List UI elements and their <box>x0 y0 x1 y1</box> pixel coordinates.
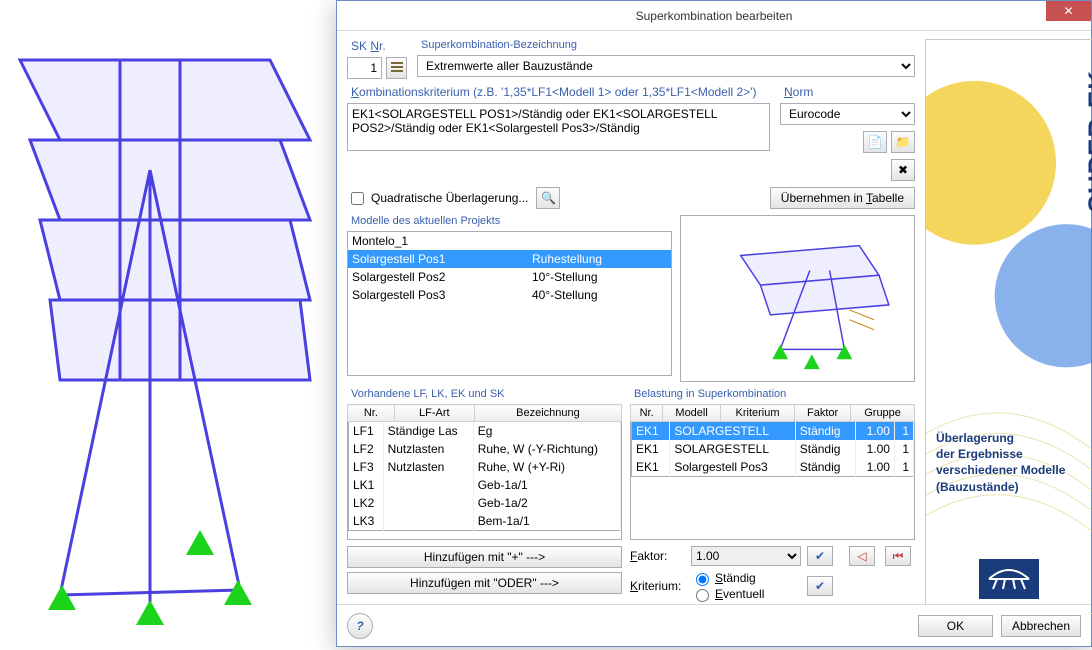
check-icon: ✔ <box>815 549 825 563</box>
modelle-item[interactable]: Solargestell Pos1Ruhestellung <box>348 250 671 268</box>
model-preview <box>680 215 915 382</box>
faktor-select[interactable]: 1.00 <box>691 546 801 566</box>
norm-label: Norm <box>780 85 915 99</box>
ok-button[interactable]: OK <box>918 615 993 637</box>
brand-logo <box>979 559 1039 599</box>
norm-new-button[interactable]: 📄 <box>863 131 887 153</box>
kombination-label: Kombinationskriterium (z.B. '1,35*LF1<Mo… <box>347 85 770 99</box>
close-button[interactable]: ✕ <box>1046 1 1091 21</box>
brand-description: Überlagerung der Ergebnisse verschiedene… <box>936 430 1065 495</box>
faktor-confirm-button[interactable]: ✔ <box>807 546 833 566</box>
dialog-title: Superkombination bearbeiten <box>636 9 793 23</box>
brand-panel: SUPER-EK Überlagerung der Ergebnisse ver… <box>925 39 1092 614</box>
document-icon: 📄 <box>868 135 883 149</box>
modelle-item[interactable]: Solargestell Pos340°-Stellung <box>348 286 671 304</box>
modelle-label: Modelle des aktuellen Projekts <box>347 215 672 227</box>
quadratic-detail-button[interactable]: 🔍 <box>536 187 560 209</box>
belastung-label: Belastung in Superkombination <box>630 388 915 400</box>
rewind-icon: ⏮ <box>893 549 904 564</box>
add-oder-button[interactable]: Hinzufügen mit "ODER" ---> <box>347 572 622 594</box>
edit-supercombination-dialog: Superkombination bearbeiten ✕ SK Nr. <box>336 0 1092 647</box>
kriterium-staendig-radio[interactable]: Ständig <box>691 570 801 586</box>
table-row[interactable]: LF3NutzlastenRuhe, W (+Y-Ri) <box>349 458 621 476</box>
table-row[interactable]: EK1Solargestell Pos3Ständig1.001 <box>632 458 914 477</box>
table-row[interactable]: EK1SOLARGESTELLStändig1.001 <box>632 440 914 458</box>
list-icon <box>390 60 404 77</box>
table-row[interactable]: LK2Geb-1a/2 <box>349 494 621 512</box>
table-row[interactable]: EK1SOLARGESTELLStändig1.001 <box>632 422 914 440</box>
folder-icon: 📁 <box>896 135 911 149</box>
sk-number-input[interactable] <box>347 57 382 79</box>
bezeichnung-label: Superkombination-Bezeichnung <box>417 39 915 51</box>
main-3d-viewport <box>0 0 336 647</box>
sk-nr-label: SK Nr. <box>347 39 407 53</box>
kriterium-eventuell-radio[interactable]: Eventuell <box>691 586 801 602</box>
delete-icon: ✖ <box>898 163 908 177</box>
table-row[interactable]: LK3Bem-1a/1 <box>349 512 621 531</box>
brand-name: SUPER-EK <box>1082 70 1092 212</box>
help-icon: ? <box>356 619 363 633</box>
norm-open-button[interactable]: 📁 <box>891 131 915 153</box>
modelle-item[interactable]: Montelo_1 <box>348 232 671 250</box>
table-row[interactable]: LF1Ständige LasEg <box>349 422 621 440</box>
kombination-textarea[interactable]: EK1<SOLARGESTELL POS1>/Ständig oder EK1<… <box>347 103 770 151</box>
kriterium-confirm-button[interactable]: ✔ <box>807 576 833 596</box>
table-row[interactable]: LF2NutzlastenRuhe, W (-Y-Richtung) <box>349 440 621 458</box>
faktor-label: Faktor: <box>630 549 685 563</box>
prev-icon: ◁ <box>857 549 866 563</box>
sk-list-button[interactable] <box>386 57 407 79</box>
dialog-footer: ? OK Abbrechen <box>337 604 1091 646</box>
norm-select[interactable]: Eurocode <box>780 103 915 125</box>
norm-delete-button[interactable]: ✖ <box>891 159 915 181</box>
titlebar: Superkombination bearbeiten ✕ <box>337 1 1091 31</box>
bezeichnung-select[interactable]: Extremwerte aller Bauzustände <box>417 55 915 77</box>
table-row[interactable]: LK1Geb-1a/1 <box>349 476 621 494</box>
quadratic-checkbox-label[interactable]: Quadratische Überlagerung... <box>347 189 528 208</box>
belastung-table[interactable]: Nr.ModellKriteriumFaktorGruppe <box>630 404 915 422</box>
modelle-item[interactable]: Solargestell Pos210°-Stellung <box>348 268 671 286</box>
kriterium-label: Kriterium: <box>630 579 685 593</box>
vorhandene-label: Vorhandene LF, LK, EK und SK <box>347 388 622 400</box>
uebernehmen-button[interactable]: Übernehmen in Tabelle <box>770 187 915 209</box>
magnifier-icon: 🔍 <box>541 191 556 205</box>
cancel-button[interactable]: Abbrechen <box>1001 615 1081 637</box>
help-button[interactable]: ? <box>347 613 373 639</box>
quadratic-checkbox[interactable] <box>351 192 364 205</box>
close-icon: ✕ <box>1063 4 1073 18</box>
vorhandene-table[interactable]: Nr.LF-ArtBezeichnung <box>347 404 622 422</box>
rewind-button[interactable]: ⏮ <box>885 546 911 566</box>
prev-button[interactable]: ◁ <box>849 546 875 566</box>
add-plus-button[interactable]: Hinzufügen mit "+" ---> <box>347 546 622 568</box>
modelle-list[interactable]: Montelo_1Solargestell Pos1RuhestellungSo… <box>347 231 672 376</box>
check-icon: ✔ <box>815 579 825 593</box>
